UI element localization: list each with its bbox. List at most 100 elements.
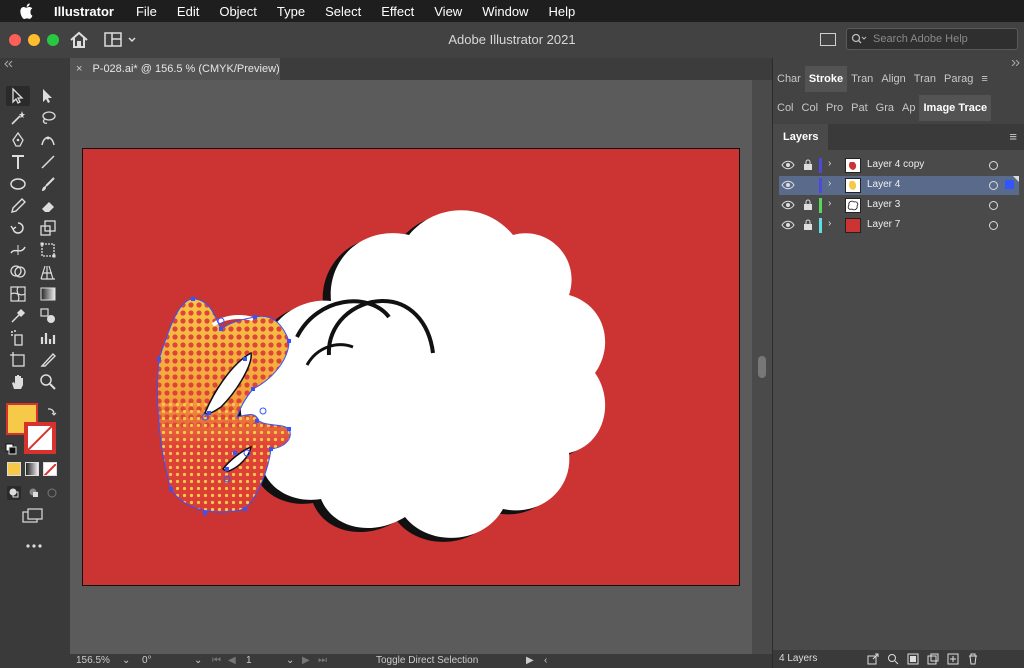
new-sublayer-icon[interactable]	[927, 653, 939, 665]
hand-tool[interactable]	[6, 372, 30, 392]
draw-inside-icon[interactable]	[45, 486, 59, 500]
new-layer-icon[interactable]	[947, 653, 959, 665]
gradient-tool[interactable]	[36, 284, 60, 304]
menu-type[interactable]: Type	[267, 4, 315, 19]
rotation-dropdown-icon[interactable]: ⌄	[194, 655, 202, 666]
menu-object[interactable]: Object	[209, 4, 267, 19]
lasso-tool[interactable]	[36, 108, 60, 128]
chevron-right-icon[interactable]: ›	[828, 158, 831, 169]
stroke-swatch[interactable]	[24, 422, 56, 454]
tab-color[interactable]: Col	[773, 95, 798, 121]
menu-window[interactable]: Window	[472, 4, 538, 19]
eye-icon[interactable]	[781, 219, 795, 231]
panel-toggle-icon[interactable]	[820, 33, 836, 46]
lock-icon[interactable]	[803, 199, 813, 211]
lock-icon[interactable]	[803, 219, 813, 231]
layer-row[interactable]: › Layer 3	[779, 196, 1019, 215]
slice-tool[interactable]	[36, 350, 60, 370]
tab-align[interactable]: Align	[877, 66, 909, 92]
scale-tool[interactable]	[36, 218, 60, 238]
direct-selection-tool[interactable]	[36, 86, 60, 106]
swap-fill-stroke-icon[interactable]	[46, 404, 58, 416]
curvature-tool[interactable]	[36, 130, 60, 150]
menu-app-name[interactable]: Illustrator	[48, 4, 126, 19]
last-artboard-icon[interactable]: ⏭	[318, 655, 327, 666]
previous-artboard-icon[interactable]: ◀	[228, 655, 236, 666]
type-tool[interactable]	[6, 152, 30, 172]
artboard-number[interactable]: 1	[246, 655, 252, 666]
draw-behind-icon[interactable]	[27, 486, 41, 500]
tab-paragraph[interactable]: Parag	[940, 66, 977, 92]
vertical-scroll-thumb[interactable]	[758, 356, 766, 378]
line-tool[interactable]	[36, 152, 60, 172]
layers-menu-icon[interactable]: ≡	[1009, 129, 1017, 144]
document-tab[interactable]: × P-028.ai* @ 156.5 % (CMYK/Preview)	[70, 58, 281, 80]
tab-image-trace[interactable]: Image Trace	[919, 95, 992, 121]
artboard-tool[interactable]	[6, 350, 30, 370]
eye-icon[interactable]	[781, 199, 795, 211]
more-tools-icon[interactable]	[24, 538, 44, 548]
search-input[interactable]	[871, 32, 1015, 46]
menu-effect[interactable]: Effect	[371, 4, 424, 19]
rotation-value[interactable]: 0°	[142, 655, 152, 666]
layer-row-selected[interactable]: › Layer 4	[779, 176, 1019, 195]
layer-target-icon[interactable]	[989, 201, 998, 210]
ellipse-tool[interactable]	[6, 174, 30, 194]
tab-character[interactable]: Char	[773, 66, 805, 92]
zoom-dropdown-icon[interactable]: ⌄	[122, 655, 130, 666]
eyedropper-tool[interactable]	[6, 306, 30, 326]
tab-pathfinder[interactable]: Pat	[847, 95, 872, 121]
eye-icon[interactable]	[781, 179, 795, 191]
export-icon[interactable]	[867, 653, 879, 665]
layer-target-icon[interactable]	[989, 221, 998, 230]
first-artboard-icon[interactable]: ⏮	[212, 655, 221, 666]
menu-view[interactable]: View	[424, 4, 472, 19]
blend-tool[interactable]	[36, 306, 60, 326]
eraser-tool[interactable]	[36, 196, 60, 216]
gradient-mode-icon[interactable]	[25, 462, 39, 476]
horizontal-scroll-left-icon[interactable]: ‹	[544, 655, 547, 666]
layer-target-icon[interactable]	[989, 161, 998, 170]
zoom-tool[interactable]	[36, 372, 60, 392]
none-mode-icon[interactable]	[43, 462, 57, 476]
locate-object-icon[interactable]	[887, 653, 899, 665]
panel-menu-icon[interactable]: ≡	[981, 73, 987, 85]
lock-icon[interactable]	[803, 159, 813, 171]
rotate-tool[interactable]	[6, 218, 30, 238]
width-tool[interactable]	[6, 240, 30, 260]
menu-file[interactable]: File	[126, 4, 167, 19]
paintbrush-tool[interactable]	[36, 174, 60, 194]
pen-tool[interactable]	[6, 130, 30, 150]
tab-gradient[interactable]: Gra	[872, 95, 898, 121]
pencil-tool[interactable]	[6, 196, 30, 216]
zoom-level[interactable]: 156.5%	[76, 655, 110, 666]
trash-icon[interactable]	[967, 653, 979, 665]
chevron-right-icon[interactable]: ›	[828, 218, 831, 229]
tab-appearance[interactable]: Ap	[898, 95, 919, 121]
help-search[interactable]	[846, 28, 1018, 50]
color-mode-icon[interactable]	[7, 462, 21, 476]
layer-name[interactable]: Layer 4	[867, 179, 900, 190]
selection-tool[interactable]	[6, 86, 30, 106]
status-menu-icon[interactable]: ▶	[526, 655, 534, 666]
column-graph-tool[interactable]	[36, 328, 60, 348]
tab-layers[interactable]: Layers	[773, 124, 829, 152]
next-artboard-icon[interactable]: ▶	[302, 655, 310, 666]
menu-help[interactable]: Help	[538, 4, 585, 19]
artwork[interactable]	[83, 149, 739, 585]
layer-name[interactable]: Layer 3	[867, 199, 900, 210]
magic-wand-tool[interactable]	[6, 108, 30, 128]
free-transform-tool[interactable]	[36, 240, 60, 260]
eye-icon[interactable]	[781, 159, 795, 171]
chevron-right-icon[interactable]: ›	[828, 198, 831, 209]
artboard[interactable]	[82, 148, 740, 586]
vertical-scrollbar[interactable]	[752, 80, 772, 654]
screen-mode-icon[interactable]	[22, 508, 44, 524]
draw-normal-icon[interactable]	[7, 486, 21, 500]
apple-icon[interactable]	[20, 3, 38, 19]
layer-name[interactable]: Layer 7	[867, 219, 900, 230]
artboard-dropdown-icon[interactable]: ⌄	[286, 655, 294, 666]
close-tab-icon[interactable]: ×	[76, 63, 82, 75]
tab-transparency[interactable]: Tran	[910, 66, 940, 92]
layer-row[interactable]: › Layer 7	[779, 216, 1019, 235]
